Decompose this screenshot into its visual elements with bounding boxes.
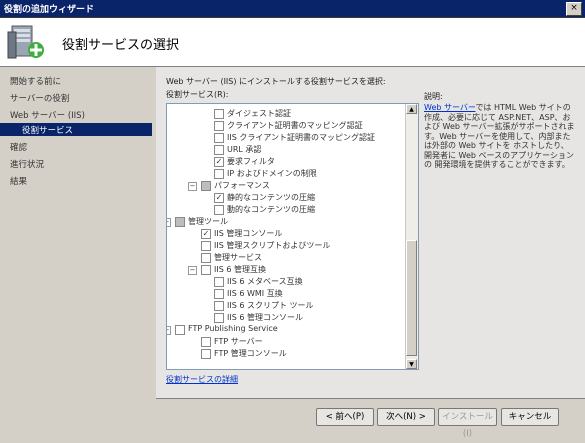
tree-item-label: FTP 管理コンソール <box>214 349 287 358</box>
tree-item-label: 静的なコンテンツの圧縮 <box>227 193 315 202</box>
tree-item-label: IIS 管理スクリプトおよびツール <box>214 241 331 250</box>
tree-item-label: IIS 6 WMI 互換 <box>227 289 283 298</box>
checkbox[interactable] <box>214 205 224 215</box>
tree-item-label: 管理ツール <box>188 217 228 226</box>
tree-item-label: 要求フィルタ <box>227 157 275 166</box>
tree-item-label: IIS クライアント証明書のマッピング認証 <box>227 133 376 142</box>
scroll-down-icon[interactable]: ▼ <box>406 359 417 369</box>
role-services-label: 役割サービス(R): <box>166 90 229 99</box>
window-titlebar: 役割の追加ウィザード × <box>0 0 585 18</box>
checkbox[interactable] <box>175 325 185 335</box>
window-title: 役割の追加ウィザード <box>4 5 95 15</box>
install-button[interactable]: インストール(I) <box>438 408 497 439</box>
checkbox[interactable] <box>214 169 224 179</box>
next-button[interactable]: 次へ(N) > <box>377 408 435 426</box>
collapse-icon[interactable]: − <box>167 326 171 335</box>
tree-item-label: FTP Publishing Service <box>188 324 278 333</box>
checkbox-partial[interactable] <box>175 217 185 227</box>
checkbox-checked[interactable]: ✓ <box>201 229 211 239</box>
checkbox[interactable] <box>201 337 211 347</box>
tree-item-label: パフォーマンス <box>214 181 270 190</box>
checkbox[interactable] <box>201 349 211 359</box>
nav-item-before-you-begin[interactable]: 開始する前に <box>10 75 61 87</box>
tree-item-label: URL 承認 <box>227 145 262 154</box>
checkbox[interactable] <box>201 241 211 251</box>
checkbox[interactable] <box>214 289 224 299</box>
tree-item-label: IIS 6 スクリプト ツール <box>227 301 314 310</box>
scroll-thumb[interactable] <box>406 240 417 356</box>
tree-item-label: FTP サーバー <box>214 337 263 346</box>
tree-item-label: IIS 管理コンソール <box>214 229 283 238</box>
checkbox[interactable] <box>214 133 224 143</box>
description-body: では HTML Web サイトの作成、必要に応じて ASP.NET、ASP、およ… <box>424 103 575 169</box>
previous-button[interactable]: < 前へ(P) <box>316 408 374 426</box>
tree-item-label: ダイジェスト認証 <box>227 109 291 118</box>
description-title: 説明: <box>424 92 443 101</box>
role-services-tree[interactable]: ダイジェスト認証クライアント証明書のマッピング認証 IIS クライアント証明書のマ… <box>166 103 419 370</box>
scroll-up-icon[interactable]: ▲ <box>406 104 417 114</box>
tree-item-label: IIS 6 管理互換 <box>214 265 266 274</box>
checkbox[interactable] <box>214 313 224 323</box>
more-about-role-services-link[interactable]: 役割サービスの詳細 <box>166 374 238 385</box>
close-button[interactable]: × <box>566 2 582 16</box>
checkbox[interactable] <box>201 253 211 263</box>
collapse-icon[interactable]: − <box>167 218 171 227</box>
tree-item-label: IP およびドメインの制限 <box>227 169 317 178</box>
tree-item-label: 動的なコンテンツの圧縮 <box>227 205 315 214</box>
nav-item-role-services[interactable]: 役割サービス <box>0 123 152 136</box>
checkbox[interactable] <box>214 145 224 155</box>
description-text: Web サーバーでは HTML Web サイトの作成、必要に応じて ASP.NE… <box>424 103 576 170</box>
nav-item-label: 役割サービス <box>22 126 74 136</box>
web-server-link[interactable]: Web サーバー <box>424 103 475 112</box>
checkbox[interactable] <box>214 301 224 311</box>
tree-item-label: IIS 6 メタベース互換 <box>227 277 303 286</box>
vertical-scrollbar[interactable]: ▲ ▼ <box>405 104 418 369</box>
wizard-header: 役割サービスの選択 <box>0 18 585 67</box>
checkbox-partial[interactable] <box>201 181 211 191</box>
checkbox[interactable] <box>201 265 211 275</box>
page-title: 役割サービスの選択 <box>62 38 180 53</box>
collapse-icon[interactable]: − <box>188 266 197 275</box>
instruction-text: Web サーバー (IIS) にインストールする役割サービスを選択: <box>166 77 386 86</box>
wizard-nav: 開始する前に サーバーの役割 Web サーバー (IIS) 役割サービス 確認 … <box>0 67 156 440</box>
checkbox[interactable] <box>214 121 224 131</box>
tree-item-label: クライアント証明書のマッピング認証 <box>227 121 363 130</box>
nav-item-web-server[interactable]: Web サーバー (IIS) <box>10 109 85 121</box>
checkbox-checked[interactable]: ✓ <box>214 193 224 203</box>
nav-item-progress[interactable]: 進行状況 <box>10 158 44 170</box>
tree-item-label: 管理サービス <box>214 253 262 262</box>
checkbox[interactable] <box>214 277 224 287</box>
nav-item-server-roles[interactable]: サーバーの役割 <box>10 92 69 104</box>
checkbox[interactable] <box>214 109 224 119</box>
tree-item-label: IIS 6 管理コンソール <box>227 313 303 322</box>
checkbox-checked[interactable]: ✓ <box>214 157 224 167</box>
nav-item-confirmation[interactable]: 確認 <box>10 141 27 153</box>
nav-item-results[interactable]: 結果 <box>10 175 27 187</box>
collapse-icon[interactable]: − <box>188 182 197 191</box>
cancel-button[interactable]: キャンセル <box>501 408 559 426</box>
server-add-icon <box>7 25 44 59</box>
